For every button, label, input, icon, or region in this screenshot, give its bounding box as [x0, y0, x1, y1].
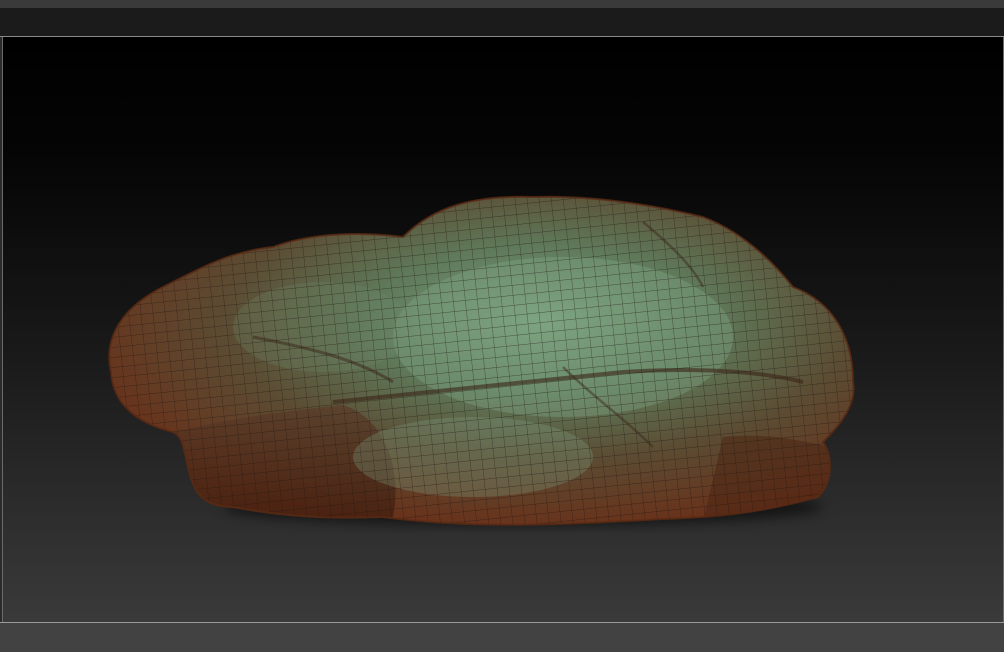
3d-viewport[interactable]	[2, 37, 1004, 622]
title-bar	[0, 0, 1004, 8]
rock-mesh-icon[interactable]	[3, 37, 1003, 622]
top-shelf	[0, 8, 1004, 37]
zbrush-like-app-window	[0, 0, 1004, 652]
bottom-shelf	[0, 622, 1004, 652]
